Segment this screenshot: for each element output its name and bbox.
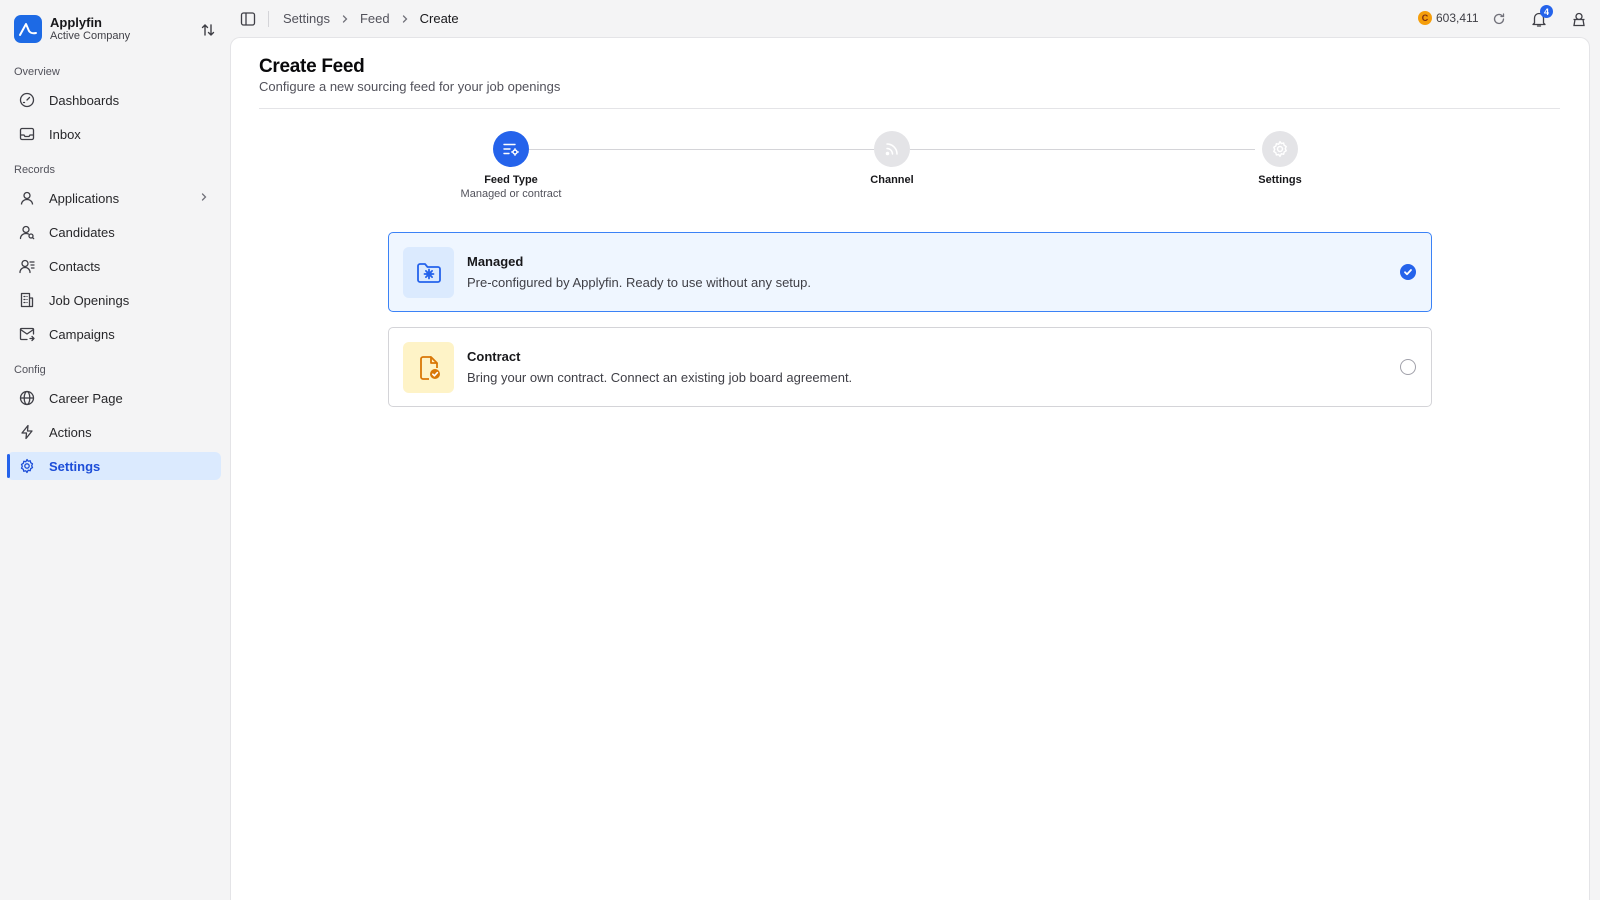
chevron-right-icon xyxy=(341,14,349,24)
sidebar-item-career-page[interactable]: Career Page xyxy=(7,384,221,412)
gauge-icon xyxy=(19,92,35,108)
breadcrumb-create: Create xyxy=(419,11,459,26)
mail-send-icon xyxy=(19,326,35,342)
breadcrumb-feed[interactable]: Feed xyxy=(360,11,390,26)
gear-icon xyxy=(19,458,35,474)
sidebar-item-actions[interactable]: Actions xyxy=(7,418,221,446)
sidebar-item-label: Actions xyxy=(49,424,92,440)
sidebar-item-label: Job Openings xyxy=(49,292,130,308)
sidebar-item-settings[interactable]: Settings xyxy=(7,452,221,480)
sidebar-item-label: Inbox xyxy=(49,126,81,142)
page-title: Create Feed xyxy=(259,56,365,77)
breadcrumb: Settings Feed Create xyxy=(283,11,459,26)
file-check-icon xyxy=(403,342,454,393)
section-label-config: Config xyxy=(14,364,46,376)
option-card-managed[interactable]: Managed Pre-configured by Applyfin. Read… xyxy=(388,232,1432,312)
option-title: Managed xyxy=(467,254,524,269)
section-label-overview: Overview xyxy=(14,66,60,78)
sidebar-item-inbox[interactable]: Inbox xyxy=(7,120,221,148)
sidebar-item-contacts[interactable]: Contacts xyxy=(7,252,221,280)
sidebar-item-dashboards[interactable]: Dashboards xyxy=(7,86,221,114)
brand-name: Applyfin xyxy=(50,14,102,30)
inbox-icon xyxy=(19,126,35,142)
credits-value: 603,411 xyxy=(1436,11,1479,25)
switch-company-icon[interactable] xyxy=(198,20,218,40)
user-icon xyxy=(19,190,35,206)
sidebar: Applyfin Active Company Overview Dashboa… xyxy=(0,0,230,900)
sidebar-item-label: Contacts xyxy=(49,258,101,274)
step-description: Managed or contract xyxy=(460,188,562,200)
user-search-icon xyxy=(19,224,35,240)
sidebar-item-label: Applications xyxy=(49,190,120,206)
step-label: Channel xyxy=(870,174,914,186)
page-subtitle: Configure a new sourcing feed for your j… xyxy=(259,79,561,94)
topbar: Settings Feed Create C 603,411 4 xyxy=(230,0,1600,38)
sidebar-item-label: Campaigns xyxy=(49,326,115,342)
notification-badge: 4 xyxy=(1540,5,1553,18)
chevron-right-icon xyxy=(401,14,409,24)
header-divider xyxy=(259,108,1560,109)
option-description: Bring your own contract. Connect an exis… xyxy=(467,370,853,385)
chevron-right-icon xyxy=(199,191,209,206)
step-feed-type[interactable]: Feed Type Managed or contract xyxy=(431,131,591,200)
sidebar-item-candidates[interactable]: Candidates xyxy=(7,218,221,246)
option-title: Contract xyxy=(467,349,521,364)
sidebar-item-job-openings[interactable]: Job Openings xyxy=(7,286,221,314)
option-description: Pre-configured by Applyfin. Ready to use… xyxy=(467,275,811,290)
brand-subtitle: Active Company xyxy=(50,30,131,43)
sidebar-item-label: Candidates xyxy=(49,224,115,240)
main-panel: Create Feed Configure a new sourcing fee… xyxy=(230,37,1590,900)
sidebar-item-applications[interactable]: Applications xyxy=(7,184,221,212)
breadcrumb-settings[interactable]: Settings xyxy=(283,11,330,26)
building-icon xyxy=(19,292,35,308)
list-settings-icon xyxy=(493,131,529,167)
sidebar-item-campaigns[interactable]: Campaigns xyxy=(7,320,221,348)
refresh-icon[interactable] xyxy=(1492,12,1506,26)
sidebar-item-label: Settings xyxy=(49,458,101,474)
option-card-contract[interactable]: Contract Bring your own contract. Connec… xyxy=(388,327,1432,407)
section-label-records: Records xyxy=(14,164,55,176)
contacts-icon xyxy=(19,258,35,274)
zap-icon xyxy=(19,424,35,440)
coin-icon: C xyxy=(1418,11,1432,25)
company-switcher[interactable]: Applyfin Active Company xyxy=(14,14,224,44)
rss-icon xyxy=(874,131,910,167)
globe-icon xyxy=(19,390,35,406)
radio-contract[interactable] xyxy=(1400,359,1416,375)
step-label: Settings xyxy=(1258,174,1302,186)
topbar-divider xyxy=(268,11,269,27)
step-channel[interactable]: Channel xyxy=(812,131,972,186)
sidebar-toggle-icon[interactable] xyxy=(240,11,256,27)
brand-logo-icon xyxy=(14,15,42,43)
credits-balance[interactable]: C 603,411 xyxy=(1418,11,1479,25)
radio-managed[interactable] xyxy=(1400,264,1416,280)
step-label: Feed Type xyxy=(484,174,538,186)
sidebar-item-label: Career Page xyxy=(49,390,123,406)
user-menu-icon[interactable] xyxy=(1570,10,1588,28)
folder-cog-icon xyxy=(403,247,454,298)
step-settings[interactable]: Settings xyxy=(1200,131,1360,186)
gear-icon xyxy=(1262,131,1298,167)
sidebar-item-label: Dashboards xyxy=(49,92,120,108)
